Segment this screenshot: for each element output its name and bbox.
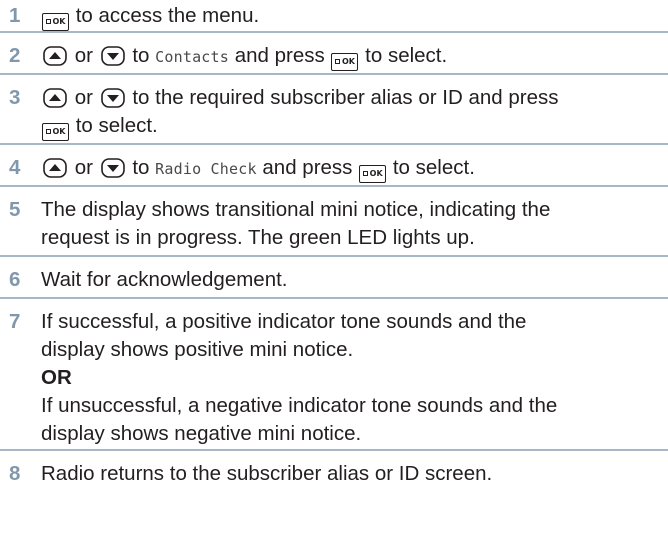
step-5: 5 The display shows transitional mini no… bbox=[0, 191, 668, 257]
down-arrow-key-icon bbox=[100, 88, 125, 108]
step-1: 1 OK to access the menu. bbox=[0, 0, 668, 33]
step-text: to select. bbox=[392, 156, 475, 179]
step-text: The display shows transitional mini noti… bbox=[41, 198, 551, 221]
step-4: 4 or to Radio Check and press OK to sele… bbox=[0, 149, 668, 187]
step-number: 1 bbox=[9, 4, 21, 27]
menu-ok-key-icon: OK bbox=[42, 13, 69, 31]
step-text: Wait for acknowledgement. bbox=[41, 268, 288, 291]
up-arrow-key-icon bbox=[43, 46, 67, 66]
step-text: to bbox=[132, 44, 150, 67]
step-number: 8 bbox=[9, 462, 21, 485]
step-3: 3 or to the required subscriber alias or… bbox=[0, 79, 668, 145]
step-text: display shows negative mini notice. bbox=[41, 422, 362, 445]
up-arrow-key-icon bbox=[43, 158, 67, 178]
or-label: OR bbox=[41, 366, 72, 389]
or-text: or bbox=[74, 44, 93, 67]
or-text: or bbox=[74, 86, 93, 109]
step-text: Radio returns to the subscriber alias or… bbox=[41, 462, 493, 485]
procedure-steps: 1 OK to access the menu. 2 or to Contact… bbox=[0, 0, 668, 493]
step-number: 4 bbox=[9, 156, 21, 179]
step-number: 2 bbox=[9, 44, 21, 67]
step-text: to select. bbox=[365, 44, 448, 67]
step-text: If successful, a positive indicator tone… bbox=[41, 310, 527, 333]
down-arrow-key-icon bbox=[100, 158, 125, 178]
step-text: and press bbox=[234, 44, 325, 67]
step-text: If unsuccessful, a negative indicator to… bbox=[41, 394, 558, 417]
step-text: display shows positive mini notice. bbox=[41, 338, 354, 361]
step-2: 2 or to Contacts and press OK to select. bbox=[0, 37, 668, 75]
step-number: 7 bbox=[9, 310, 21, 333]
step-text: to the required subscriber alias or ID a… bbox=[132, 86, 559, 109]
or-text: or bbox=[74, 156, 93, 179]
step-6: 6 Wait for acknowledgement. bbox=[0, 261, 668, 299]
menu-ok-key-icon: OK bbox=[42, 123, 69, 141]
step-8: 8 Radio returns to the subscriber alias … bbox=[0, 455, 668, 493]
step-text: to bbox=[132, 156, 150, 179]
menu-item-radio-check: Radio Check bbox=[155, 160, 257, 178]
menu-ok-key-icon: OK bbox=[359, 165, 387, 183]
up-arrow-key-icon bbox=[43, 88, 67, 108]
menu-item-contacts: Contacts bbox=[155, 48, 230, 66]
step-text: to select. bbox=[75, 114, 158, 137]
step-number: 5 bbox=[9, 198, 21, 221]
step-number: 6 bbox=[9, 268, 21, 291]
step-text: request is in progress. The green LED li… bbox=[41, 226, 475, 249]
step-7: 7 If successful, a positive indicator to… bbox=[0, 303, 668, 451]
step-text: and press bbox=[262, 156, 353, 179]
menu-ok-key-icon: OK bbox=[331, 53, 359, 71]
down-arrow-key-icon bbox=[100, 46, 125, 66]
step-text: to access the menu. bbox=[75, 4, 260, 27]
step-number: 3 bbox=[9, 86, 21, 109]
